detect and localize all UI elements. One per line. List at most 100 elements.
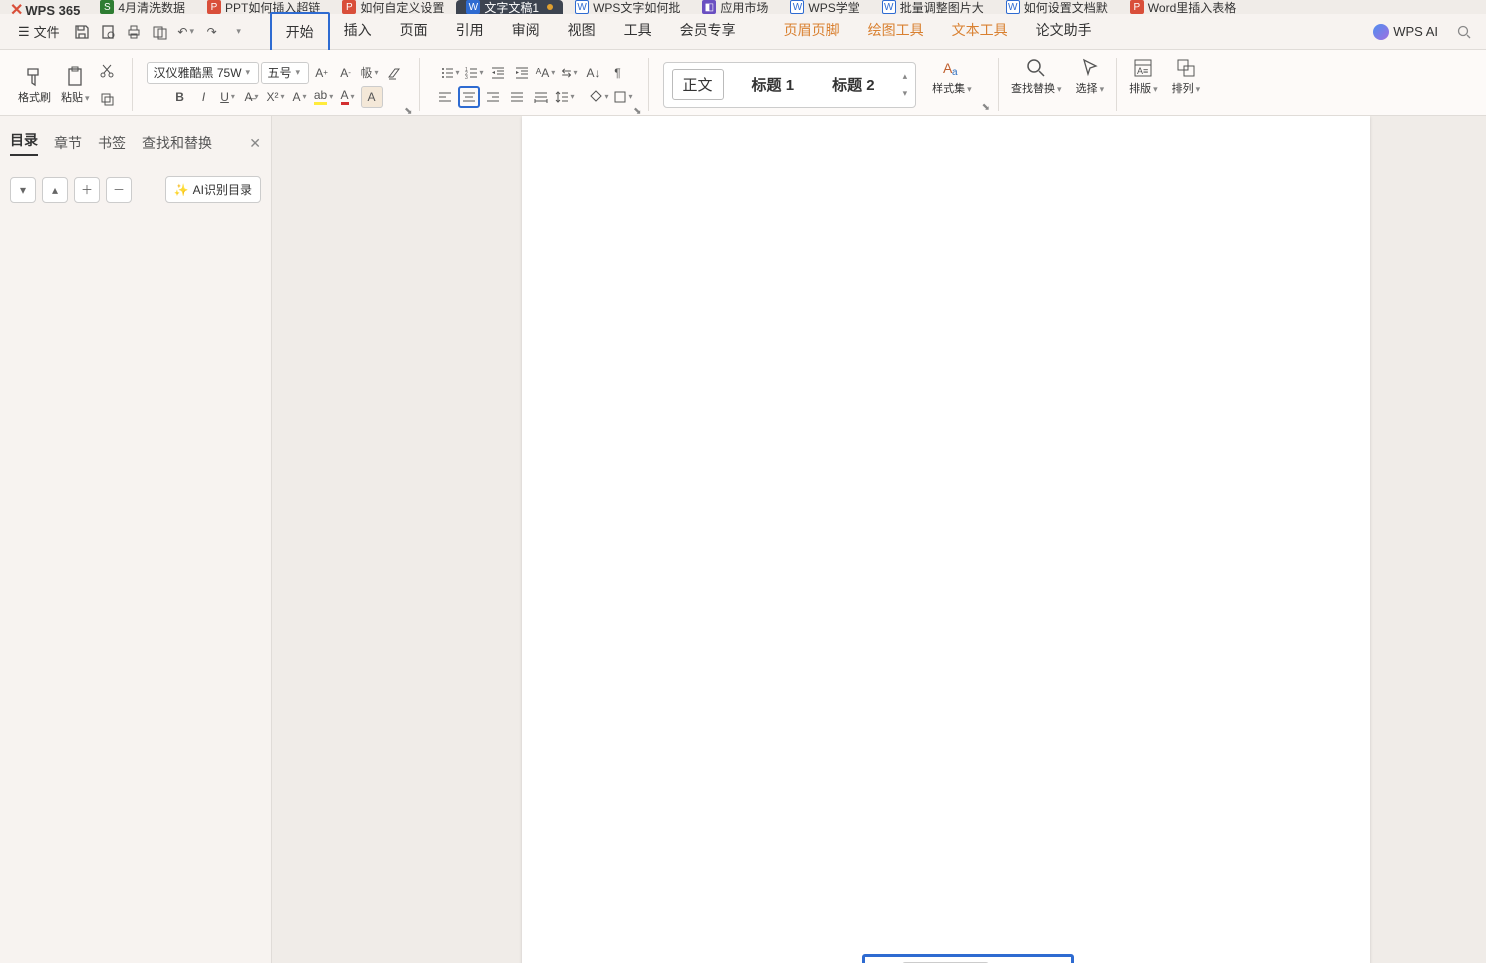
style-scroll[interactable]: ▴▾ <box>903 71 908 99</box>
menu-tab-tools[interactable]: 工具 <box>610 12 666 52</box>
svg-text:a: a <box>952 67 958 78</box>
font-color-button[interactable]: A <box>337 86 359 108</box>
styles-dialog-launcher[interactable]: ⬊ <box>982 102 990 113</box>
export-button[interactable] <box>148 20 172 44</box>
menu-tab-member[interactable]: 会员专享 <box>666 12 750 52</box>
slide-icon: P <box>207 0 221 14</box>
menu-tab-header-footer[interactable]: 页眉页脚 <box>770 12 854 52</box>
nav-panel-toolbar: ▾ ▴ ＋ － ✨ AI识别目录 <box>10 176 261 203</box>
search-button[interactable] <box>1452 20 1476 44</box>
menu-tab-drawing-tools[interactable]: 绘图工具 <box>854 12 938 52</box>
style-gallery[interactable]: 正文 标题 1 标题 2 ▴▾ <box>663 62 917 108</box>
highlight-button[interactable]: ab <box>313 86 335 108</box>
magnifier-icon <box>1023 56 1049 80</box>
svg-text:A≡: A≡ <box>1137 66 1148 76</box>
show-marks-button[interactable]: ¶ <box>607 62 629 84</box>
print-preview-button[interactable] <box>96 20 120 44</box>
numbering-button[interactable]: 123 <box>463 62 485 84</box>
page[interactable] <box>522 116 1370 963</box>
align-right-button[interactable] <box>482 86 504 108</box>
doc-tab[interactable]: S4月清洗数据 <box>90 0 195 14</box>
nav-panel-tabs: 目录 章节 书签 查找和替换 ✕ <box>10 124 261 162</box>
asian-layout-button[interactable]: ⇆ <box>559 62 581 84</box>
close-panel-button[interactable]: ✕ <box>249 135 261 152</box>
add-button[interactable]: ＋ <box>74 177 100 203</box>
bullets-button[interactable] <box>439 62 461 84</box>
menu-bar: ☰ 文件 ↶▾ ↷ ▾ 开始 插入 页面 引用 审阅 视图 工具 会员专享 页眉… <box>0 14 1486 50</box>
text-direction-button[interactable]: ᴬA <box>535 62 557 84</box>
sort-button[interactable]: A↓ <box>583 62 605 84</box>
remove-button[interactable]: － <box>106 177 132 203</box>
style-body[interactable]: 正文 <box>672 69 724 100</box>
more-qat-button[interactable]: ▾ <box>226 20 250 44</box>
style-set-button[interactable]: Aa 样式集▾ <box>928 54 976 115</box>
increase-indent-button[interactable] <box>511 62 533 84</box>
slide-icon: P <box>1130 0 1144 14</box>
borders-button[interactable] <box>612 86 634 108</box>
font-size-combo[interactable]: 五号▾ <box>261 62 309 84</box>
nav-tab-bookmarks[interactable]: 书签 <box>98 133 126 153</box>
collapse-button[interactable]: ▴ <box>42 177 68 203</box>
paste-button[interactable]: 粘贴▾ <box>57 63 94 107</box>
pinyin-button[interactable]: 㠷 <box>359 62 381 84</box>
clear-format-button[interactable] <box>383 62 405 84</box>
nav-tab-toc[interactable]: 目录 <box>10 130 38 156</box>
cursor-icon <box>1077 56 1103 80</box>
redo-button[interactable]: ↷ <box>200 20 224 44</box>
find-replace-button[interactable]: 查找替换▾ <box>1007 54 1066 115</box>
char-shading-button[interactable]: A <box>361 86 383 108</box>
print-button[interactable] <box>122 20 146 44</box>
font-name-combo[interactable]: 汉仪雅酷黑 75W▾ <box>147 62 259 84</box>
menu-tab-insert[interactable]: 插入 <box>330 12 386 52</box>
navigation-panel: 目录 章节 书签 查找和替换 ✕ ▾ ▴ ＋ － ✨ AI识别目录 <box>0 116 272 963</box>
wps-ai-button[interactable]: WPS AI <box>1365 20 1446 44</box>
strikethrough-button[interactable]: A̶ <box>241 86 263 108</box>
sheet-icon: S <box>100 0 114 14</box>
style-set-icon: Aa <box>939 56 965 80</box>
menu-tab-text-tools[interactable]: 文本工具 <box>938 12 1022 52</box>
cut-button[interactable] <box>96 60 118 82</box>
menu-tab-view[interactable]: 视图 <box>554 12 610 52</box>
align-distribute-button[interactable] <box>530 86 552 108</box>
select-button[interactable]: 选择▾ <box>1072 54 1109 115</box>
align-justify-button[interactable] <box>506 86 528 108</box>
nav-tab-find[interactable]: 查找和替换 <box>142 133 212 153</box>
line-spacing-button[interactable] <box>554 86 576 108</box>
menu-tabs: 开始 插入 页面 引用 审阅 视图 工具 会员专享 页眉页脚 绘图工具 文本工具… <box>270 12 1106 52</box>
superscript-button[interactable]: X² <box>265 86 287 108</box>
workspace: 目录 章节 书签 查找和替换 ✕ ▾ ▴ ＋ － ✨ AI识别目录 页脚 ↲ ▤… <box>0 116 1486 963</box>
save-button[interactable] <box>70 20 94 44</box>
bold-button[interactable]: B <box>169 86 191 108</box>
menu-tab-references[interactable]: 引用 <box>442 12 498 52</box>
style-h1[interactable]: 标题 1 <box>742 70 805 99</box>
arrange-button[interactable]: 排列▾ <box>1168 54 1205 115</box>
grow-font-button[interactable]: A+ <box>311 62 333 84</box>
undo-button[interactable]: ↶▾ <box>174 20 198 44</box>
arrange-icon <box>1173 56 1199 80</box>
sparkle-icon: ✨ <box>174 183 189 197</box>
decrease-indent-button[interactable] <box>487 62 509 84</box>
doc-tab[interactable]: PWord里插入表格 <box>1120 0 1246 14</box>
file-menu-button[interactable]: ☰ 文件 <box>10 18 68 45</box>
menu-tab-review[interactable]: 审阅 <box>498 12 554 52</box>
menu-tab-home[interactable]: 开始 <box>270 12 330 52</box>
align-left-button[interactable] <box>434 86 456 108</box>
format-brush-button[interactable]: 格式刷 <box>14 63 55 107</box>
copy-button[interactable] <box>96 88 118 110</box>
italic-button[interactable]: I <box>193 86 215 108</box>
underline-button[interactable]: U <box>217 86 239 108</box>
expand-button[interactable]: ▾ <box>10 177 36 203</box>
menu-tab-thesis-helper[interactable]: 论文助手 <box>1022 12 1106 52</box>
shrink-font-button[interactable]: A- <box>335 62 357 84</box>
document-area[interactable]: 页脚 ↲ ▤▾ # 插入页码 ▾ 工作项目↲ <box>272 116 1486 963</box>
text-effects-button[interactable]: A <box>289 86 311 108</box>
menu-tab-page[interactable]: 页面 <box>386 12 442 52</box>
nav-tab-chapters[interactable]: 章节 <box>54 133 82 153</box>
align-center-button[interactable] <box>458 86 480 108</box>
app-logo: ✕WPS 365 <box>10 0 80 20</box>
shading-button[interactable] <box>588 86 610 108</box>
ai-detect-toc-button[interactable]: ✨ AI识别目录 <box>165 176 261 203</box>
layout-button[interactable]: A≡ 排版▾ <box>1125 54 1162 115</box>
brush-icon <box>22 65 48 89</box>
style-h2[interactable]: 标题 2 <box>822 70 885 99</box>
